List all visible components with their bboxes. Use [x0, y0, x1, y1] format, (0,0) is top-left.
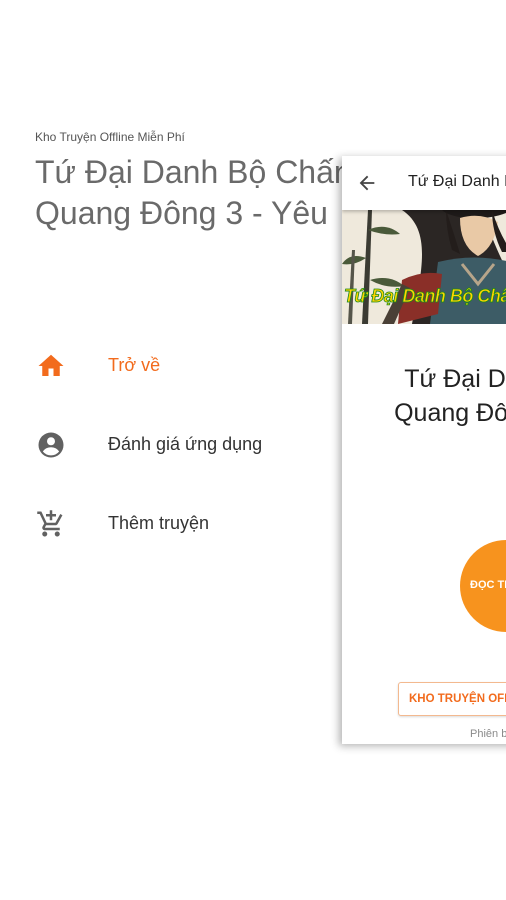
account-circle-icon: [38, 432, 64, 457]
app-screen: Kho Truyện Offline Miễn Phí Tứ Đại Danh …: [0, 0, 506, 900]
menu-item-label: Thêm truyện: [108, 513, 210, 533]
cover-image: Tứ Đại Danh Bộ Chấn: [342, 210, 506, 324]
app-name: Kho Truyện Offline Miễn Phí: [35, 130, 185, 144]
add-shopping-cart-icon: [37, 509, 63, 536]
drawer-menu: Trở về Đánh giá ứng dụng Thêm truyện: [0, 326, 340, 563]
menu-item-add-story[interactable]: Thêm truyện: [0, 484, 340, 563]
menu-item-back[interactable]: Trở về: [0, 326, 340, 405]
app-bar-title: Tứ Đại Danh Bộ: [408, 173, 506, 190]
story-main-title: Tứ Đại Danh Bộ Chấn Quang Đông 3 - Yêu H…: [394, 365, 506, 427]
menu-item-label: Đánh giá ứng dụng: [108, 434, 263, 454]
menu-item-label: Trở về: [108, 355, 161, 375]
cover-title-text: Tứ Đại Danh Bộ Chấn: [344, 286, 506, 307]
home-icon: [38, 354, 64, 376]
main-screen-preview[interactable]: Tứ Đại Danh Bộ Tứ Đại Dan: [342, 156, 506, 744]
app-bar: Tứ Đại Danh Bộ: [342, 156, 506, 210]
menu-item-rate-app[interactable]: Đánh giá ứng dụng: [0, 405, 340, 484]
offline-store-label: KHO TRUYỆN OFFLINE: [409, 693, 506, 705]
version-text: Phiên bản: [470, 728, 506, 740]
offline-store-button[interactable]: KHO TRUYỆN OFFLINE: [398, 682, 506, 716]
read-story-label: ĐỌC TRUYỆN: [470, 579, 506, 591]
arrow-back-icon[interactable]: [356, 172, 378, 194]
read-story-button[interactable]: ĐỌC TRUYỆN: [460, 540, 506, 632]
